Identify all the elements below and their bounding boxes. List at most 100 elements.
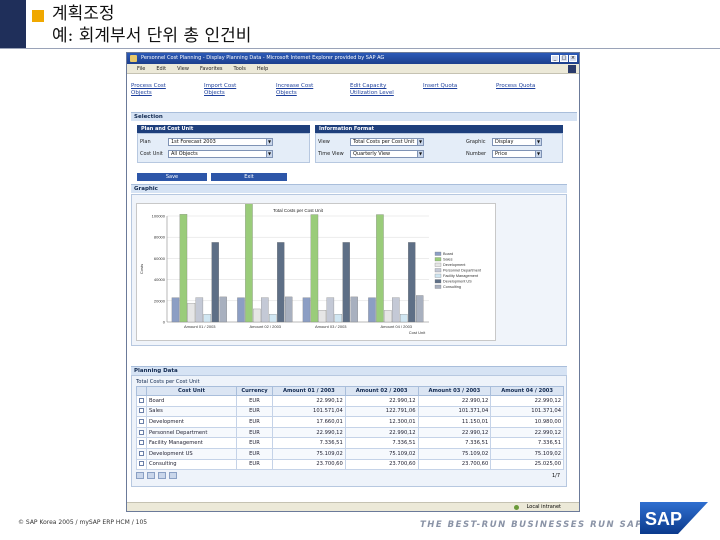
exit-button[interactable]: Exit bbox=[211, 173, 287, 181]
slide-title-line-1: 계획조정 bbox=[52, 4, 115, 24]
row-select-checkbox[interactable] bbox=[136, 395, 147, 407]
time-view-select[interactable]: Quarterly View ▼ bbox=[350, 150, 424, 158]
legend-label: Development bbox=[443, 263, 466, 267]
menu-edit[interactable]: Edit bbox=[156, 66, 166, 72]
amount-cell[interactable]: 10.980,00 bbox=[490, 416, 564, 428]
menu-tools[interactable]: Tools bbox=[234, 66, 246, 72]
amount-cell[interactable]: 122.791,06 bbox=[344, 405, 419, 418]
minimize-icon[interactable]: _ bbox=[551, 55, 559, 62]
currency-cell: EUR bbox=[236, 426, 273, 439]
amount-cell[interactable]: 25.025,00 bbox=[490, 458, 564, 471]
amount-cell[interactable]: 11.150,01 bbox=[417, 416, 492, 428]
legend-label: Development US bbox=[443, 280, 472, 284]
amount-cell[interactable]: 23.700,60 bbox=[272, 458, 346, 471]
maximize-icon[interactable]: □ bbox=[560, 55, 568, 62]
chart-bar bbox=[171, 297, 180, 323]
legend-label: Board bbox=[443, 252, 453, 256]
link-import-cost-objects[interactable]: Import Cost Objects bbox=[204, 83, 248, 97]
x-tick-label: Amount 04 / 2003 bbox=[380, 324, 412, 329]
amount-cell[interactable]: 22.990,12 bbox=[344, 395, 419, 407]
amount-cell[interactable]: 22.990,12 bbox=[417, 395, 492, 407]
amount-cell[interactable]: 22.990,12 bbox=[417, 426, 492, 439]
time-view-label: Time View bbox=[318, 151, 344, 157]
number-select[interactable]: Price ▼ bbox=[492, 150, 542, 158]
save-button[interactable]: Save bbox=[137, 173, 207, 181]
amount-cell[interactable]: 22.990,12 bbox=[344, 426, 419, 439]
amount-cell[interactable]: 7.336,51 bbox=[344, 437, 419, 449]
plan-select[interactable]: 1st Forecast 2003 ▼ bbox=[168, 138, 273, 146]
row-select-checkbox[interactable] bbox=[136, 437, 147, 449]
last-page-icon[interactable] bbox=[169, 472, 177, 479]
previous-page-icon[interactable] bbox=[147, 472, 155, 479]
browser-window: Personnel Cost Planning - Display Planni… bbox=[126, 52, 580, 512]
y-tick-label: 80000 bbox=[154, 235, 166, 240]
amount-cell[interactable]: 22.990,12 bbox=[272, 426, 346, 439]
amount-cell[interactable]: 22.990,12 bbox=[490, 426, 564, 439]
amount-cell[interactable]: 22.990,12 bbox=[490, 395, 564, 407]
column-header-select bbox=[136, 386, 147, 396]
graphic-select[interactable]: Display ▼ bbox=[492, 138, 542, 146]
chart-bar bbox=[211, 242, 219, 323]
chevron-down-icon: ▼ bbox=[417, 139, 423, 145]
cost-unit-cell: Sales bbox=[146, 405, 237, 418]
chart-bar bbox=[203, 314, 212, 323]
view-select[interactable]: Total Costs per Cost Unit ▼ bbox=[350, 138, 424, 146]
link-edit-capacity-utilization[interactable]: Edit Capacity Utilization Level bbox=[350, 83, 410, 97]
legend-swatch bbox=[434, 262, 442, 267]
amount-cell[interactable]: 7.336,51 bbox=[272, 437, 346, 449]
chart-title: Total Costs per Cost Unit bbox=[273, 208, 324, 213]
cost-unit-label: Cost Unit bbox=[140, 151, 163, 157]
amount-cell[interactable]: 101.371,04 bbox=[417, 405, 492, 418]
row-select-checkbox[interactable] bbox=[136, 416, 147, 428]
close-icon[interactable]: × bbox=[569, 55, 577, 62]
link-increase-cost-objects[interactable]: Increase Cost Objects bbox=[276, 83, 320, 97]
chart-bar bbox=[253, 308, 261, 323]
amount-cell[interactable]: 101.571,04 bbox=[272, 405, 346, 418]
currency-cell: EUR bbox=[236, 416, 273, 428]
slide-title-line-2: 예: 회계부서 단위 총 인건비 bbox=[52, 26, 252, 46]
table-pager: 1/7 bbox=[551, 473, 560, 479]
table-toolbar bbox=[136, 472, 232, 480]
row-select-checkbox[interactable] bbox=[136, 426, 147, 439]
amount-cell[interactable]: 75.109,02 bbox=[417, 447, 492, 460]
legend-label: Sales bbox=[443, 258, 453, 262]
link-insert-quota[interactable]: Insert Quota bbox=[423, 83, 467, 90]
amount-cell[interactable]: 75.109,02 bbox=[272, 447, 346, 460]
menu-file[interactable]: File bbox=[137, 66, 145, 72]
link-process-cost-objects[interactable]: Process Cost Objects bbox=[131, 83, 175, 97]
cost-bar-chart: Total Costs per Cost Unit 0 20000 40000 6000… bbox=[139, 191, 482, 335]
chart-frame: Total Costs per Cost Unit 0 20000 40000 6000… bbox=[136, 191, 496, 341]
menu-favorites[interactable]: Favorites bbox=[200, 66, 223, 72]
amount-cell[interactable]: 23.700,60 bbox=[417, 458, 492, 471]
amount-cell[interactable]: 7.336,51 bbox=[417, 437, 492, 449]
legend-label: Consulting bbox=[443, 285, 461, 289]
menu-view[interactable]: View bbox=[177, 66, 189, 72]
next-page-icon[interactable] bbox=[158, 472, 166, 479]
menu-help[interactable]: Help bbox=[257, 66, 268, 72]
legend-swatch bbox=[434, 273, 442, 278]
amount-cell[interactable]: 75.109,02 bbox=[344, 447, 419, 460]
column-header-amount-q2: Amount 02 / 2003 bbox=[344, 386, 419, 396]
amount-cell[interactable]: 7.336,51 bbox=[490, 437, 564, 449]
first-page-icon[interactable] bbox=[136, 472, 144, 479]
chevron-down-icon: ▼ bbox=[417, 151, 423, 157]
chart-bar bbox=[187, 303, 196, 323]
amount-cell[interactable]: 75.109,02 bbox=[490, 447, 564, 460]
currency-cell: EUR bbox=[236, 395, 273, 407]
slide-accent-square bbox=[32, 10, 44, 22]
link-process-quota[interactable]: Process Quota bbox=[496, 83, 540, 90]
amount-cell[interactable]: 17.660,01 bbox=[272, 416, 346, 428]
cost-unit-select[interactable]: All Objects ▼ bbox=[168, 150, 273, 158]
row-select-checkbox[interactable] bbox=[136, 447, 147, 460]
chevron-down-icon: ▼ bbox=[535, 151, 541, 157]
row-select-checkbox[interactable] bbox=[136, 405, 147, 418]
plan-panel: Plan 1st Forecast 2003 ▼ Cost Unit All Ob… bbox=[137, 133, 310, 163]
chart-bar bbox=[284, 296, 293, 323]
amount-cell[interactable]: 22.990,12 bbox=[272, 395, 346, 407]
amount-cell[interactable]: 101.371,04 bbox=[490, 405, 564, 418]
amount-cell[interactable]: 12.300,01 bbox=[344, 416, 419, 428]
y-tick-label: 20000 bbox=[154, 298, 166, 303]
amount-cell[interactable]: 23.700,60 bbox=[344, 458, 419, 471]
row-select-checkbox[interactable] bbox=[136, 458, 147, 471]
ie-icon bbox=[130, 55, 137, 62]
